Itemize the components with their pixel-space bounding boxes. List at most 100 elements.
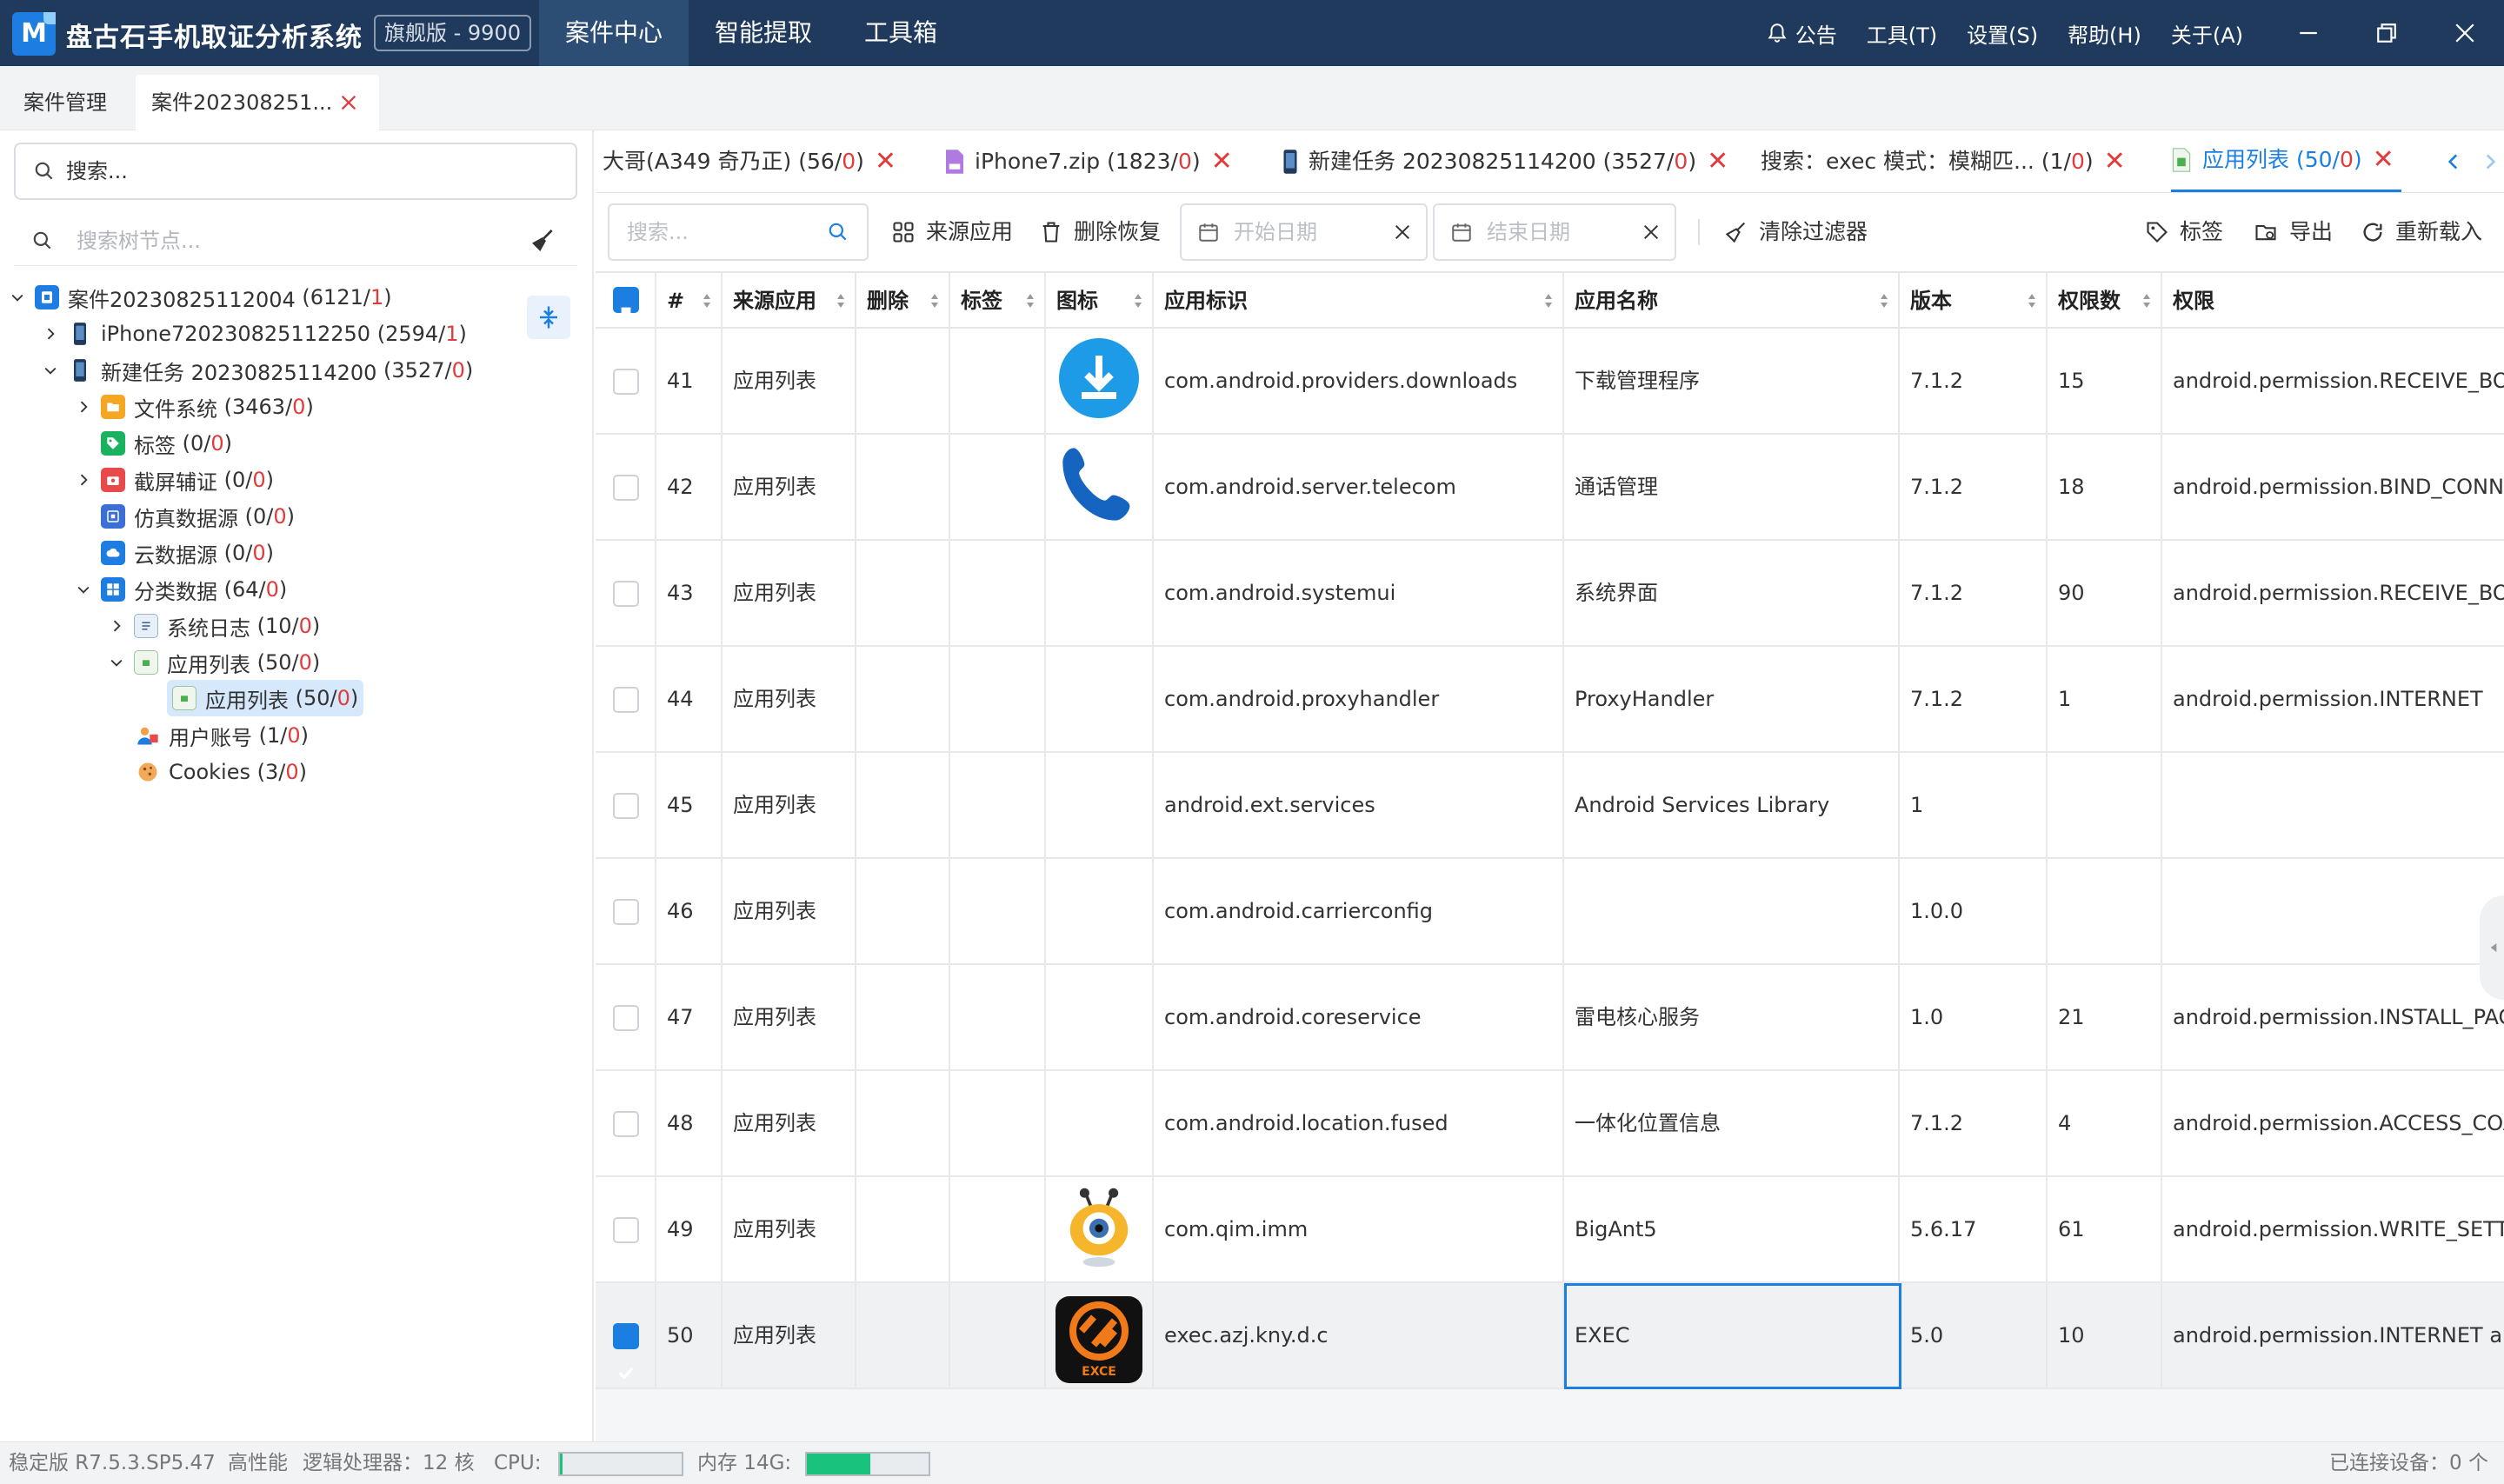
close-tab-icon[interactable] xyxy=(339,93,358,112)
export-button[interactable]: 导出 xyxy=(2253,203,2333,261)
close-tab-icon[interactable]: ✕ xyxy=(875,130,896,192)
tree-node-tags[interactable]: 标签 (0/0) xyxy=(101,426,232,461)
chevron-right-icon[interactable] xyxy=(73,469,94,490)
export-folder-icon xyxy=(2255,224,2276,241)
column-header-permission-count[interactable]: 权限数 xyxy=(2048,273,2162,329)
table-row[interactable]: 46 应用列表 com.android.carrierconfig 1.0.0 xyxy=(596,859,2504,965)
table-row[interactable]: 42 应用列表 com.android.server.telecom 通话管理 7.1.… xyxy=(596,435,2504,541)
close-tab-icon[interactable]: ✕ xyxy=(2373,130,2394,191)
tree-search-input[interactable]: 搜索树节点... xyxy=(14,216,577,266)
table-row[interactable]: 48 应用列表 com.android.location.fused 一体化位置信息 7… xyxy=(596,1071,2504,1177)
row-checkbox[interactable] xyxy=(613,687,639,713)
chevron-right-icon[interactable] xyxy=(40,323,61,344)
column-header-source[interactable]: 来源应用 xyxy=(723,273,856,329)
clear-filter-button[interactable]: 清除过滤器 xyxy=(1724,203,1868,261)
collapse-all-button[interactable] xyxy=(527,296,570,339)
row-checkbox[interactable] xyxy=(613,581,639,607)
tree-node-new-task[interactable]: 新建任务 20230825114200 (3527/0) xyxy=(40,353,473,388)
tree-node-system-log[interactable]: 系统日志 (10/0) xyxy=(106,609,320,643)
chevron-down-icon[interactable] xyxy=(40,360,61,381)
sidebar-search-input[interactable]: 搜索... xyxy=(14,143,577,200)
start-date-input[interactable]: 开始日期 xyxy=(1180,203,1428,261)
row-checkbox[interactable] xyxy=(613,1323,639,1380)
tree-node-screenshots[interactable]: 截屏辅证 (0/0) xyxy=(73,463,274,497)
table-row[interactable]: 49 应用列表 com.qim.imm BigAnt5 5.6.17 61 android.… xyxy=(596,1177,2504,1283)
tree-node-case[interactable]: 案件20230825112004 (6121/1) xyxy=(7,280,392,315)
reload-button[interactable]: 重新载入 xyxy=(2361,203,2482,261)
tree-node-app-list[interactable]: 应用列表 (50/0) xyxy=(106,645,320,680)
column-header-index[interactable]: # xyxy=(656,273,723,329)
tag-button[interactable]: 标签 xyxy=(2145,203,2223,261)
column-header-package[interactable]: 应用标识 xyxy=(1154,273,1564,329)
tab-case-management[interactable]: 案件管理 xyxy=(0,75,130,130)
tag-icon xyxy=(2147,222,2168,243)
app-exec-icon: EXCE xyxy=(1056,1288,1142,1383)
clear-icon[interactable] xyxy=(1393,223,1412,242)
column-header-app-name[interactable]: 应用名称 xyxy=(1564,273,1900,329)
restore-button[interactable] xyxy=(2348,0,2426,66)
table-search-input[interactable]: 搜索... xyxy=(608,203,869,261)
tree-node-classified-data[interactable]: 分类数据 (64/0) xyxy=(73,572,287,607)
cell-index: 42 xyxy=(656,435,723,539)
select-all-checkbox[interactable] xyxy=(613,287,639,317)
subtab-search[interactable]: 搜索：exec 模式：模糊匹... (1/0) ✕ xyxy=(1761,130,2126,192)
nav-case-center[interactable]: 案件中心 xyxy=(539,0,689,66)
chevron-down-icon[interactable] xyxy=(106,652,127,673)
table-row[interactable]: 44 应用列表 com.android.proxyhandler ProxyHandl… xyxy=(596,647,2504,753)
side-panel-handle[interactable] xyxy=(2480,895,2504,1000)
subtab-app-list[interactable]: 应用列表 (50/0) ✕ xyxy=(2171,130,2401,192)
chevron-down-icon[interactable] xyxy=(73,579,94,600)
column-header-deleted[interactable]: 删除 xyxy=(856,273,950,329)
chevron-right-icon[interactable] xyxy=(106,616,127,636)
table-row[interactable]: 41 应用列表 com.android.providers.downloads 下载管… xyxy=(596,329,2504,435)
menu-help[interactable]: 帮助(H) xyxy=(2068,18,2141,49)
chevron-down-icon[interactable] xyxy=(7,287,28,308)
tab-case[interactable]: 案件20230825​1... xyxy=(136,75,379,130)
chevron-left-icon[interactable] xyxy=(2442,150,2465,173)
tree-node-filesystem[interactable]: 文件系统 (3463/0) xyxy=(73,389,314,424)
close-tab-icon[interactable]: ✕ xyxy=(1707,130,1728,192)
column-header-version[interactable]: 版本 xyxy=(1900,273,2048,329)
tree-node-cloud-source[interactable]: 云数据源 (0/0) xyxy=(101,536,274,570)
tree-node-cookies[interactable]: Cookies (3/0) xyxy=(136,755,307,789)
row-checkbox[interactable] xyxy=(613,1217,639,1243)
table-row[interactable]: 50 应用列表 EXCE exec.azj.kny.d.c EXEC 5.0 10 andro… xyxy=(596,1283,2504,1389)
table-row[interactable]: 47 应用列表 com.android.coreservice 雷电核心服务 1.0 21… xyxy=(596,965,2504,1071)
tree-node-iphone7[interactable]: iPhone720230825112250 (2594/1) xyxy=(40,316,467,351)
minimize-button[interactable] xyxy=(2269,0,2348,66)
chevron-right-icon[interactable] xyxy=(2479,150,2501,173)
subtab-new-task[interactable]: 新建任务 20230825114200 (3527/0) ✕ xyxy=(1282,130,1728,192)
source-app-button[interactable]: 来源应用 xyxy=(891,203,1013,261)
close-tab-icon[interactable]: ✕ xyxy=(1211,130,1233,192)
menu-settings[interactable]: 设置(S) xyxy=(1967,18,2038,49)
row-checkbox[interactable] xyxy=(613,475,639,501)
nav-smart-extract[interactable]: 智能提取 xyxy=(689,0,838,66)
row-checkbox[interactable] xyxy=(613,1005,639,1031)
menu-about[interactable]: 关于(A) xyxy=(2171,18,2243,49)
column-header-icon[interactable]: 图标 xyxy=(1046,273,1154,329)
column-header-permissions[interactable]: 权限 xyxy=(2162,273,2504,329)
row-checkbox[interactable] xyxy=(613,1111,639,1137)
end-date-input[interactable]: 结束日期 xyxy=(1433,203,1676,261)
row-checkbox[interactable] xyxy=(613,369,639,395)
tree-node-user-accounts[interactable]: 用户账号 (1/0) xyxy=(136,718,309,753)
menu-tools[interactable]: 工具(T) xyxy=(1867,18,1937,49)
chevron-right-icon[interactable] xyxy=(73,396,94,417)
tree-node-emulated-source[interactable]: 仿真数据源 (0/0) xyxy=(101,499,295,534)
delete-recover-button[interactable]: 删除恢复 xyxy=(1039,203,1161,261)
cell-app-name: 雷电核心服务 xyxy=(1564,965,1900,1069)
close-window-button[interactable] xyxy=(2426,0,2504,66)
row-checkbox[interactable] xyxy=(613,899,639,925)
nav-toolbox[interactable]: 工具箱 xyxy=(838,0,963,66)
table-row[interactable]: 45 应用列表 android.ext.services Android Servic… xyxy=(596,753,2504,859)
column-header-tag[interactable]: 标签 xyxy=(950,273,1046,329)
row-checkbox[interactable] xyxy=(613,793,639,819)
menu-notice[interactable]: 公告 xyxy=(1766,18,1837,49)
table-row[interactable]: 43 应用列表 com.android.systemui 系统界面 7.1.2 90 and… xyxy=(596,541,2504,647)
tree-node-app-list-leaf[interactable]: 应用列表 (50/0) xyxy=(167,680,364,716)
close-tab-icon[interactable]: ✕ xyxy=(2104,130,2126,192)
subtab-contact[interactable]: 大哥(A349 奇乃正) (56/0) ✕ xyxy=(603,130,896,192)
clear-icon[interactable] xyxy=(1642,223,1661,242)
subtab-iphone7-zip[interactable]: iPhone7.zip (1823/0) ✕ xyxy=(943,130,1233,192)
broom-icon[interactable] xyxy=(529,227,556,255)
